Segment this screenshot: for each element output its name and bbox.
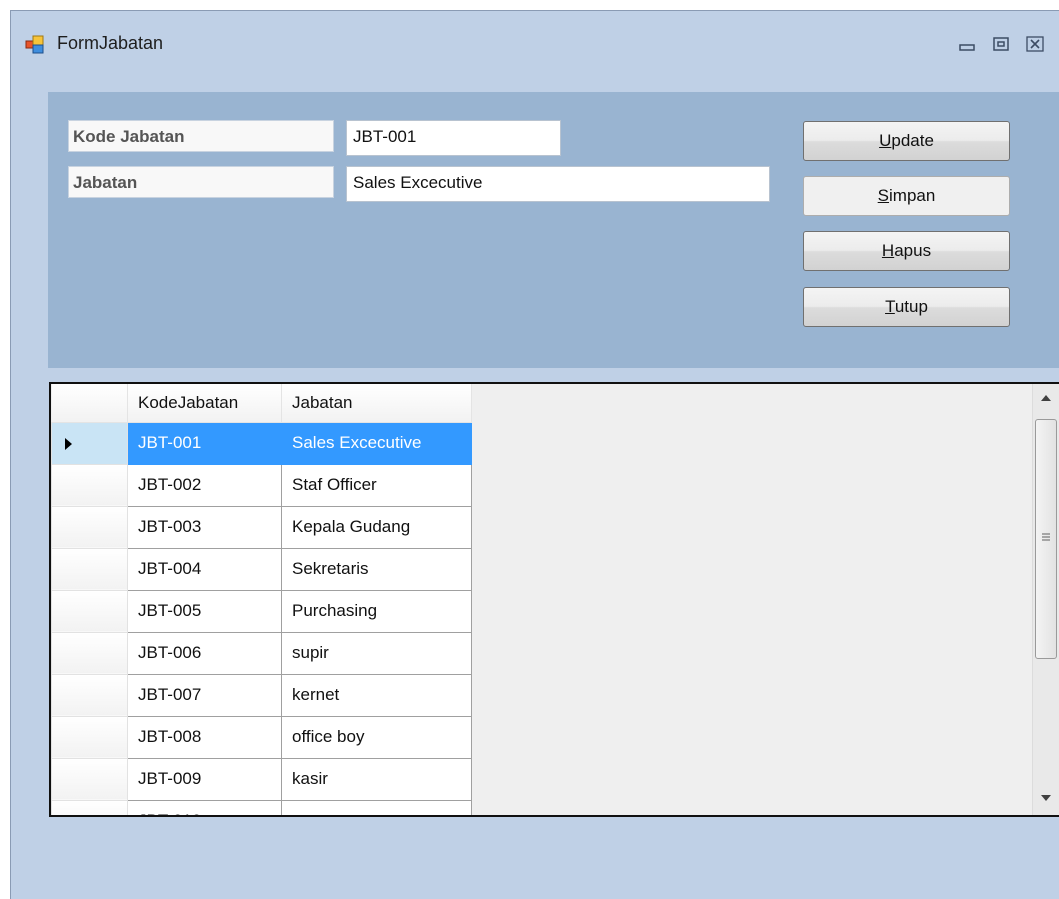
input-panel: Kode Jabatan JBT-001 Jabatan Sales Excec… xyxy=(48,92,1059,368)
jabatan-input[interactable]: Sales Excecutive xyxy=(346,166,770,202)
cell-kodejabatan[interactable]: JBT-003 xyxy=(127,505,282,549)
table-row[interactable]: JBT-009 kasir xyxy=(51,757,472,801)
cell-jabatan[interactable]: Sekretaris xyxy=(281,547,472,591)
row-header[interactable] xyxy=(51,673,128,717)
row-header[interactable] xyxy=(51,799,128,815)
cell-kodejabatan[interactable]: JBT-009 xyxy=(127,757,282,801)
cell-kodejabatan[interactable]: JBT-001 xyxy=(127,421,282,465)
table-row[interactable]: JBT-004 Sekretaris xyxy=(51,547,472,591)
row-header[interactable] xyxy=(51,589,128,633)
row-header[interactable] xyxy=(51,505,128,549)
scroll-grip-icon xyxy=(1042,533,1050,541)
row-header[interactable] xyxy=(51,715,128,759)
form-jabatan-window: FormJabatan Kode Jabatan JBT-001 Jabatan… xyxy=(10,10,1059,899)
row-header[interactable] xyxy=(51,463,128,507)
cell-kodejabatan[interactable]: JBT-007 xyxy=(127,673,282,717)
row-header[interactable] xyxy=(51,547,128,591)
cell-kodejabatan[interactable]: JBT-006 xyxy=(127,631,282,675)
table-row[interactable]: JBT-007 kernet xyxy=(51,673,472,717)
cell-jabatan[interactable]: Kepala Gudang xyxy=(281,505,472,549)
app-icon xyxy=(25,35,44,54)
table-row[interactable]: JBT-010 xyxy=(51,799,472,815)
table-row[interactable]: JBT-008 office boy xyxy=(51,715,472,759)
update-button[interactable]: Update xyxy=(803,121,1010,161)
column-header-kodejabatan[interactable]: KodeJabatan xyxy=(127,384,282,423)
column-header-jabatan[interactable]: Jabatan xyxy=(281,384,472,423)
close-icon[interactable] xyxy=(1022,31,1048,57)
scroll-thumb[interactable] xyxy=(1035,419,1057,659)
maximize-icon[interactable] xyxy=(988,31,1014,57)
scroll-up-icon[interactable] xyxy=(1040,394,1052,402)
grid-corner-header xyxy=(51,384,128,423)
cell-kodejabatan[interactable]: JBT-010 xyxy=(127,799,282,815)
table-row[interactable]: JBT-001 Sales Excecutive xyxy=(51,421,472,465)
grid-body: JBT-001 Sales Excecutive JBT-002 Staf Offic… xyxy=(51,421,472,815)
jabatan-data-grid[interactable]: KodeJabatan Jabatan JBT-001 Sales Excecut… xyxy=(49,382,1059,817)
cell-jabatan[interactable]: Purchasing xyxy=(281,589,472,633)
cell-jabatan[interactable]: office boy xyxy=(281,715,472,759)
minimize-icon[interactable] xyxy=(954,31,980,57)
cell-kodejabatan[interactable]: JBT-005 xyxy=(127,589,282,633)
vertical-scrollbar[interactable] xyxy=(1032,384,1059,815)
cell-kodejabatan[interactable]: JBT-004 xyxy=(127,547,282,591)
cell-jabatan[interactable] xyxy=(281,799,472,815)
cell-jabatan[interactable]: kasir xyxy=(281,757,472,801)
grid-table: KodeJabatan Jabatan JBT-001 Sales Excecut… xyxy=(51,384,472,815)
kode-jabatan-input[interactable]: JBT-001 xyxy=(346,120,561,156)
hapus-button[interactable]: Hapus xyxy=(803,231,1010,271)
kode-jabatan-label: Kode Jabatan xyxy=(68,120,334,152)
table-row[interactable]: JBT-006 supir xyxy=(51,631,472,675)
cell-kodejabatan[interactable]: JBT-002 xyxy=(127,463,282,507)
row-pointer-icon xyxy=(65,437,72,450)
table-row[interactable]: JBT-002 Staf Officer xyxy=(51,463,472,507)
row-header[interactable] xyxy=(51,757,128,801)
scroll-down-icon[interactable] xyxy=(1040,794,1052,802)
simpan-button[interactable]: Simpan xyxy=(803,176,1010,216)
grid-header-row: KodeJabatan Jabatan xyxy=(51,384,472,423)
cell-kodejabatan[interactable]: JBT-008 xyxy=(127,715,282,759)
table-row[interactable]: JBT-005 Purchasing xyxy=(51,589,472,633)
table-row[interactable]: JBT-003 Kepala Gudang xyxy=(51,505,472,549)
row-header[interactable] xyxy=(51,631,128,675)
window-title: FormJabatan xyxy=(57,33,164,53)
row-header[interactable] xyxy=(51,421,128,465)
tutup-button[interactable]: Tutup xyxy=(803,287,1010,327)
cell-jabatan[interactable]: supir xyxy=(281,631,472,675)
cell-jabatan[interactable]: Staf Officer xyxy=(281,463,472,507)
cell-jabatan[interactable]: Sales Excecutive xyxy=(281,421,472,465)
title-bar[interactable]: FormJabatan xyxy=(11,11,1059,75)
cell-jabatan[interactable]: kernet xyxy=(281,673,472,717)
jabatan-label: Jabatan xyxy=(68,166,334,198)
